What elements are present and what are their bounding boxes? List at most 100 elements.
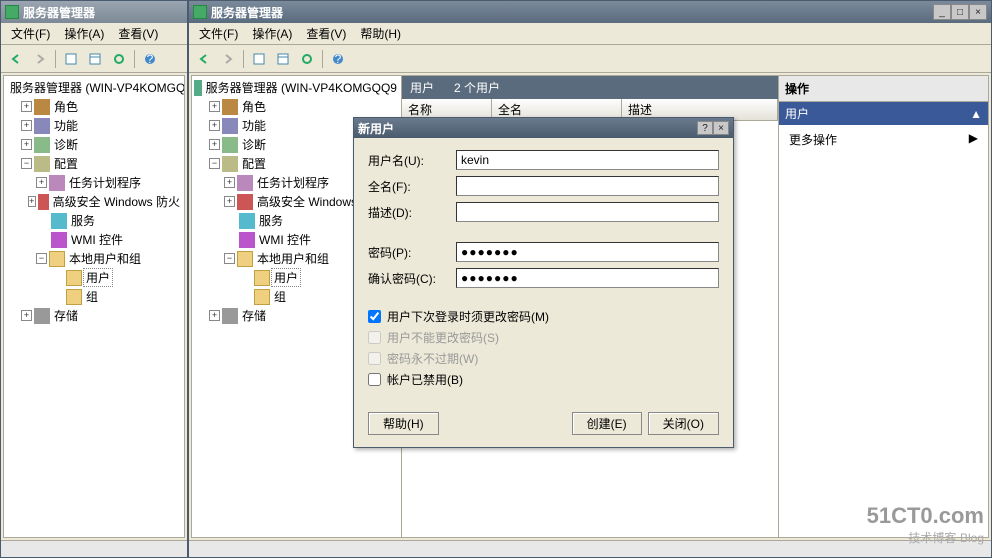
help-button[interactable]: ? [139, 48, 161, 70]
expand-diag[interactable]: + [21, 139, 32, 150]
expand-fw[interactable]: + [224, 196, 235, 207]
storage-icon [34, 308, 50, 324]
properties-button[interactable] [248, 48, 270, 70]
tree-lug[interactable]: 本地用户和组 [255, 250, 331, 267]
toolbar: ? [189, 45, 991, 73]
watermark-url: 51CT0.com [867, 503, 984, 529]
titlebar-back[interactable]: 服务器管理器 [1, 1, 187, 23]
nav-fwd-button[interactable] [29, 48, 51, 70]
expand-roles[interactable]: + [209, 101, 220, 112]
password-input[interactable] [456, 242, 719, 262]
must-change-checkbox[interactable] [368, 310, 381, 323]
disabled-checkbox[interactable] [368, 373, 381, 386]
expand-roles[interactable]: + [21, 101, 32, 112]
refresh-button[interactable] [296, 48, 318, 70]
scrollbar-h[interactable] [1, 540, 187, 557]
tree-fw[interactable]: 高级安全 Windows [255, 193, 359, 210]
nav-back-button[interactable] [5, 48, 27, 70]
expand-fw[interactable]: + [28, 196, 36, 207]
expand-storage[interactable]: + [209, 310, 220, 321]
tree-task[interactable]: 任务计划程序 [255, 174, 331, 191]
actions-section[interactable]: 用户 ▲ [779, 102, 988, 125]
feature-icon [34, 118, 50, 134]
help-button[interactable]: 帮助(H) [368, 412, 439, 435]
close-button[interactable]: 关闭(O) [648, 412, 719, 435]
tree-diag[interactable]: 诊断 [240, 136, 268, 153]
tree-wmi[interactable]: WMI 控件 [257, 231, 313, 248]
app-icon [193, 5, 207, 19]
tree-svc[interactable]: 服务 [69, 212, 97, 229]
username-input[interactable] [456, 150, 719, 170]
folder-icon [66, 270, 82, 286]
expand-features[interactable]: + [209, 120, 220, 131]
expand-storage[interactable]: + [21, 310, 32, 321]
refresh-button[interactable] [108, 48, 130, 70]
menu-action[interactable]: 操作(A) [246, 23, 298, 44]
close-button[interactable]: × [969, 4, 987, 20]
tree-roles[interactable]: 角色 [240, 98, 268, 115]
list-button[interactable] [272, 48, 294, 70]
menu-file[interactable]: 文件(F) [193, 23, 244, 44]
minimize-button[interactable]: _ [933, 4, 951, 20]
tree-lug[interactable]: 本地用户和组 [67, 250, 143, 267]
watermark: 51CT0.com 技术博客 Blog [867, 503, 984, 546]
collapse-lug[interactable]: − [224, 253, 235, 264]
desc-input[interactable] [456, 202, 719, 222]
tree-users[interactable]: 用户 [272, 269, 300, 286]
tree-wmi[interactable]: WMI 控件 [69, 231, 125, 248]
actions-more-label: 更多操作 [789, 131, 837, 148]
tree-root[interactable]: 服务器管理器 (WIN-VP4KOMGQQ [8, 79, 184, 96]
collapse-lug[interactable]: − [36, 253, 47, 264]
help-button[interactable]: ? [327, 48, 349, 70]
chevron-up-icon: ▲ [970, 107, 982, 121]
tree-diag[interactable]: 诊断 [52, 136, 80, 153]
tree-features[interactable]: 功能 [240, 117, 268, 134]
tree-roles[interactable]: 角色 [52, 98, 80, 115]
tree-storage[interactable]: 存储 [240, 307, 268, 324]
tree-users[interactable]: 用户 [84, 269, 112, 286]
dialog-close-button[interactable]: × [713, 121, 729, 135]
tree-config[interactable]: 配置 [52, 155, 80, 172]
collapse-config[interactable]: − [21, 158, 32, 169]
menu-help[interactable]: 帮助(H) [354, 23, 407, 44]
window-title: 服务器管理器 [23, 4, 183, 21]
tree-config[interactable]: 配置 [240, 155, 268, 172]
svg-text:?: ? [335, 52, 342, 66]
menubar-back[interactable]: 文件(F) 操作(A) 查看(V) [1, 23, 187, 45]
confirm-input[interactable] [456, 268, 719, 288]
tree-storage[interactable]: 存储 [52, 307, 80, 324]
tree-root[interactable]: 服务器管理器 (WIN-VP4KOMGQQ9 [204, 79, 399, 96]
tree-task[interactable]: 任务计划程序 [67, 174, 143, 191]
nav-fwd-button[interactable] [217, 48, 239, 70]
expand-task[interactable]: + [36, 177, 47, 188]
diag-icon [222, 137, 238, 153]
properties-button[interactable] [60, 48, 82, 70]
expand-diag[interactable]: + [209, 139, 220, 150]
tree-svc[interactable]: 服务 [257, 212, 285, 229]
dialog-titlebar[interactable]: 新用户 ? × [354, 118, 733, 138]
dialog-help-button[interactable]: ? [697, 121, 713, 135]
nav-back-button[interactable] [193, 48, 215, 70]
config-icon [34, 156, 50, 172]
create-button[interactable]: 创建(E) [572, 412, 642, 435]
maximize-button[interactable]: □ [951, 4, 969, 20]
menu-view[interactable]: 查看(V) [300, 23, 352, 44]
menubar[interactable]: 文件(F) 操作(A) 查看(V) 帮助(H) [189, 23, 991, 45]
tree-groups[interactable]: 组 [272, 288, 288, 305]
tree-features[interactable]: 功能 [52, 117, 80, 134]
menu-file[interactable]: 文件(F) [5, 23, 56, 44]
tree-fw[interactable]: 高级安全 Windows 防火 [51, 193, 182, 210]
expand-task[interactable]: + [224, 177, 235, 188]
fullname-input[interactable] [456, 176, 719, 196]
titlebar[interactable]: 服务器管理器 _ □ × [189, 1, 991, 23]
collapse-config[interactable]: − [209, 158, 220, 169]
cannot-change-label: 用户不能更改密码(S) [387, 329, 499, 346]
tree-panel-back[interactable]: 服务器管理器 (WIN-VP4KOMGQQ + 角色 + 功能 + 诊断 − 配置 + 任… [4, 76, 184, 537]
tree-groups[interactable]: 组 [84, 288, 100, 305]
menu-view[interactable]: 查看(V) [112, 23, 164, 44]
list-button[interactable] [84, 48, 106, 70]
list-count: 2 个用户 [454, 79, 500, 96]
menu-action[interactable]: 操作(A) [58, 23, 110, 44]
expand-features[interactable]: + [21, 120, 32, 131]
actions-more[interactable]: 更多操作 ▶ [779, 125, 988, 154]
